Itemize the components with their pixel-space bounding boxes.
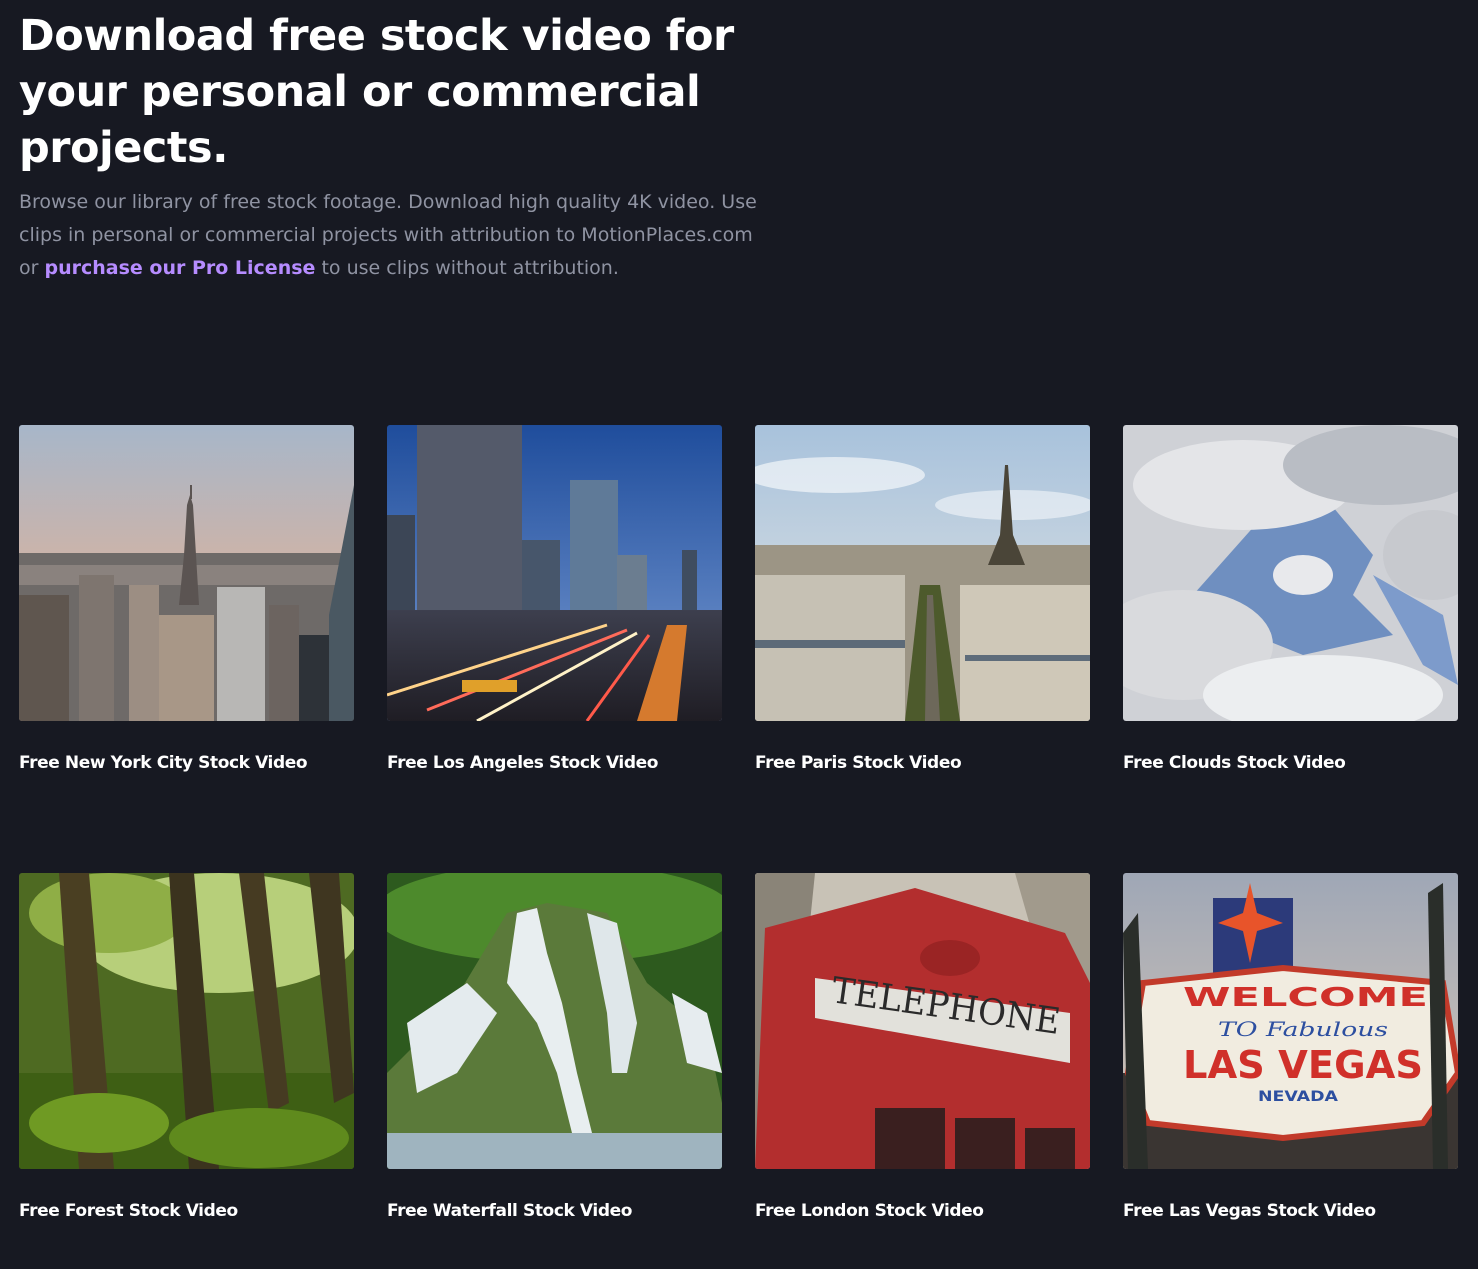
london-title[interactable]: Free London Stock Video: [755, 1201, 984, 1221]
welcome-text: WELCOME: [1183, 983, 1428, 1013]
video-card-forest[interactable]: Free Forest Stock Video: [19, 873, 354, 1221]
pro-license-link[interactable]: purchase our Pro License: [44, 257, 315, 279]
video-card-paris[interactable]: Free Paris Stock Video: [755, 425, 1090, 773]
paris-title[interactable]: Free Paris Stock Video: [755, 753, 962, 773]
new-york-title[interactable]: Free New York City Stock Video: [19, 753, 308, 773]
video-card-waterfall[interactable]: Free Waterfall Stock Video: [387, 873, 722, 1221]
forest-title[interactable]: Free Forest Stock Video: [19, 1201, 238, 1221]
los-angeles-title[interactable]: Free Los Angeles Stock Video: [387, 753, 658, 773]
video-card-clouds[interactable]: Free Clouds Stock Video: [1123, 425, 1458, 773]
new-york-thumbnail[interactable]: [19, 425, 354, 721]
hero-section: Download free stock video for your perso…: [19, 8, 759, 285]
intro-paragraph: Browse our library of free stock footage…: [19, 186, 759, 285]
video-card-las-vegas[interactable]: WELCOME TO Fabulous LAS VEGAS NEVADA Fre…: [1123, 873, 1458, 1221]
waterfall-thumbnail[interactable]: [387, 873, 722, 1169]
video-card-new-york[interactable]: Free New York City Stock Video: [19, 425, 354, 773]
to-fabulous-text: TO Fabulous: [1218, 1017, 1388, 1041]
los-angeles-thumbnail[interactable]: [387, 425, 722, 721]
las-vegas-text: LAS VEGAS: [1183, 1043, 1423, 1087]
page-title: Download free stock video for your perso…: [19, 11, 734, 173]
outro-text: to use clips without attribution.: [321, 257, 619, 279]
video-card-london[interactable]: TELEPHONE Free London Stock Video: [755, 873, 1090, 1221]
clouds-title[interactable]: Free Clouds Stock Video: [1123, 753, 1346, 773]
video-card-los-angeles[interactable]: Free Los Angeles Stock Video: [387, 425, 722, 773]
las-vegas-title[interactable]: Free Las Vegas Stock Video: [1123, 1201, 1376, 1221]
las-vegas-thumbnail[interactable]: WELCOME TO Fabulous LAS VEGAS NEVADA: [1123, 873, 1458, 1169]
waterfall-title[interactable]: Free Waterfall Stock Video: [387, 1201, 632, 1221]
clouds-thumbnail[interactable]: [1123, 425, 1458, 721]
london-thumbnail[interactable]: TELEPHONE: [755, 873, 1090, 1169]
nevada-text: NEVADA: [1258, 1089, 1338, 1105]
forest-thumbnail[interactable]: [19, 873, 354, 1169]
paris-thumbnail[interactable]: [755, 425, 1090, 721]
